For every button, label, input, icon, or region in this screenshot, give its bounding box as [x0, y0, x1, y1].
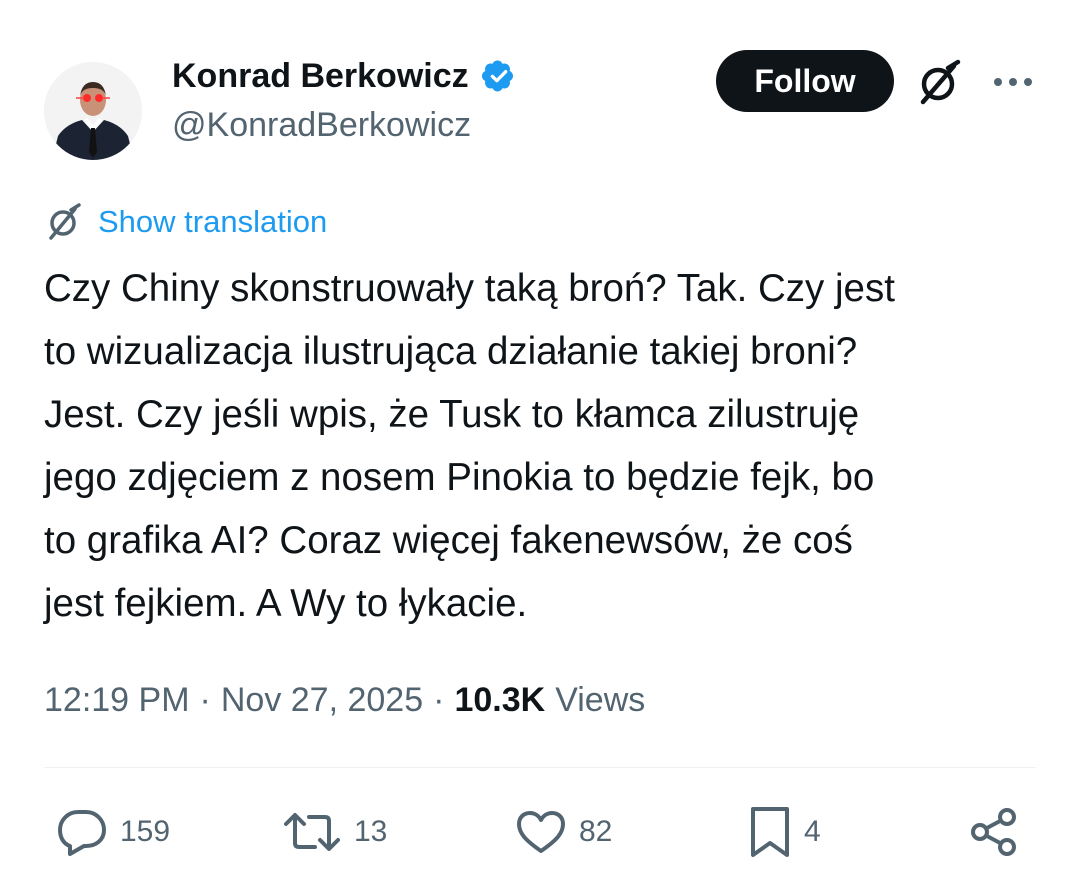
author-name-row[interactable]: Konrad Berkowicz	[172, 54, 519, 98]
meta-separator: ·	[433, 680, 445, 719]
tweet-line: to wizualizacja ilustrująca działanie ta…	[44, 330, 858, 373]
grok-icon[interactable]	[914, 58, 964, 108]
retweet-button[interactable]: 13	[282, 805, 387, 859]
reply-count: 159	[120, 815, 171, 848]
share-button[interactable]	[968, 805, 1020, 859]
show-translation-label[interactable]: Show translation	[98, 204, 327, 240]
tweet-line: Jest. Czy jeśli wpis, że Tusk to kłamca …	[44, 393, 860, 436]
reply-icon	[58, 810, 106, 856]
retweet-icon	[284, 813, 340, 851]
tweet-line: jego zdjęciem z nosem Pinokia to będzie …	[44, 456, 875, 499]
avatar-photo	[44, 62, 142, 160]
bookmark-button[interactable]: 4	[748, 805, 821, 859]
tweet-time[interactable]: 12:19 PM	[44, 681, 190, 720]
bookmark-count: 4	[804, 815, 821, 848]
reply-button[interactable]: 159	[56, 805, 170, 859]
divider	[44, 767, 1036, 768]
tweet-date[interactable]: Nov 27, 2025	[221, 681, 423, 720]
views-count[interactable]: 10.3K	[454, 681, 545, 720]
like-count: 82	[579, 815, 613, 848]
tweet-line: jest fejkiem. A Wy to łykacie.	[44, 582, 528, 625]
show-translation-link[interactable]: Show translation	[44, 200, 327, 244]
heart-icon	[517, 811, 565, 853]
more-options-icon[interactable]	[990, 64, 1036, 100]
avatar[interactable]	[44, 62, 142, 160]
author-handle[interactable]: @KonradBerkowicz	[172, 106, 471, 145]
tweet-line: to grafika AI? Coraz więcej fakenewsów, …	[44, 519, 853, 562]
retweet-count: 13	[354, 815, 388, 848]
share-icon	[971, 808, 1016, 856]
tweet-text: Czy Chiny skonstruowały taką broń? Tak. …	[44, 257, 1044, 635]
meta-separator: ·	[199, 680, 211, 719]
bookmark-icon	[751, 807, 789, 857]
follow-button[interactable]: Follow	[716, 50, 894, 112]
tweet-meta: 12:19 PM · Nov 27, 2025 · 10.3K Views	[44, 677, 645, 723]
author-display-name[interactable]: Konrad Berkowicz	[172, 57, 469, 96]
tweet-line: Czy Chiny skonstruowały taką broń? Tak. …	[44, 267, 895, 310]
grok-icon	[49, 203, 81, 240]
verified-badge-icon	[481, 60, 513, 92]
like-button[interactable]: 82	[515, 805, 612, 859]
views-label[interactable]: Views	[555, 681, 645, 720]
